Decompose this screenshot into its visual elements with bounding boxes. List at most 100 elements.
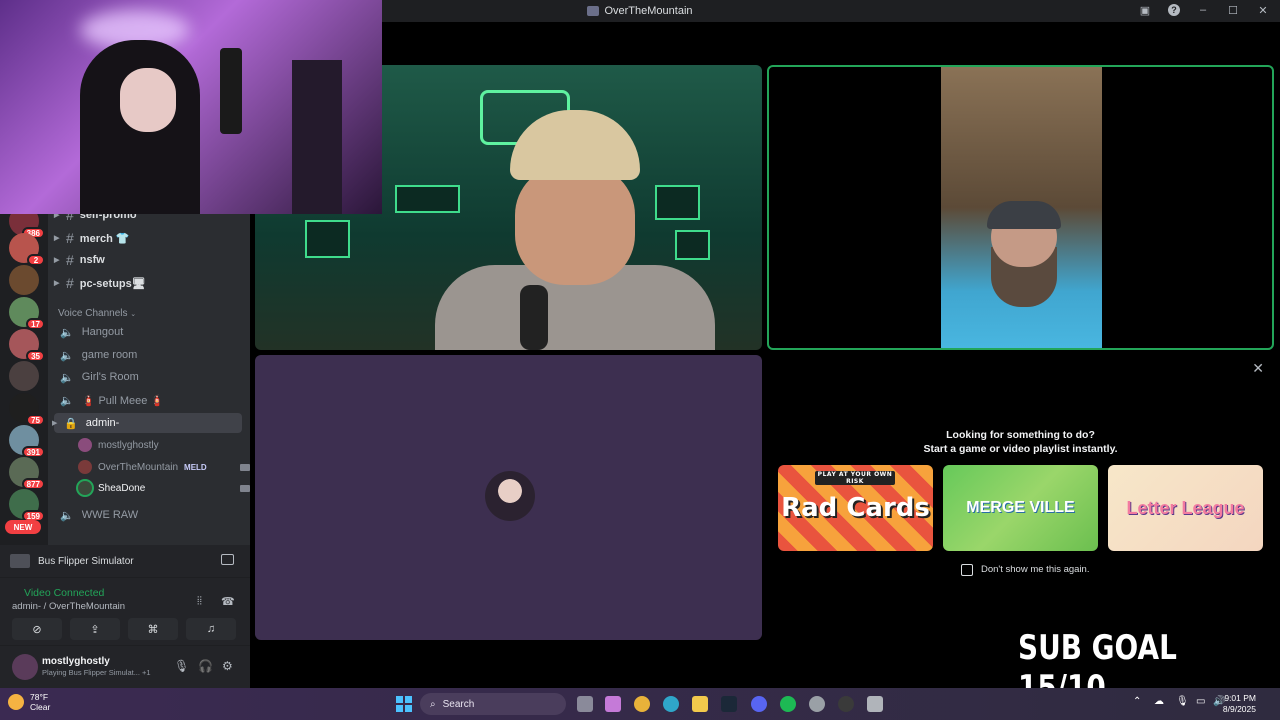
voice-user[interactable]: SheaDone [78,479,250,497]
user-avatar [485,471,535,521]
speaker-icon: 🔈 [60,509,74,522]
start-button[interactable] [396,696,412,712]
voice-channel-girls-room[interactable]: 🔈 Girl's Room [54,367,242,387]
screen-share-icon: ⇪ [90,623,100,636]
server-icon[interactable]: 35 [9,329,45,362]
voice-user[interactable]: mostlyghostly [78,436,159,454]
voice-channel-wwe-raw[interactable]: 🔈 WWE RAW [54,505,242,525]
channel-nsfw[interactable]: ▶ # nsfw [54,250,242,270]
activities-button[interactable]: ⌘ [128,618,178,640]
soundboard-button[interactable]: ♫ [186,618,236,640]
minimize-icon[interactable]: – [1196,3,1210,17]
microphone [520,285,548,350]
card-title: Letter League [1126,497,1245,518]
avatar [78,438,92,452]
call-stage: ✕ Looking for something to do? Start a g… [250,22,1280,708]
close-icon[interactable]: ✕ [1256,3,1270,17]
steam-icon[interactable] [721,696,737,712]
channel-pc-setups[interactable]: ▶ # pc-setups🖥 [54,273,242,293]
chevron-up-icon[interactable]: ⌃ [1133,696,1141,707]
server-icon[interactable]: 391 [9,425,45,458]
headphones-icon[interactable]: 🎧 [198,659,213,673]
speaker-icon: 🔈 [60,349,74,362]
server-icon[interactable]: 2 [9,233,45,266]
camera-icon [240,484,250,492]
video-tile-speaking[interactable] [767,65,1274,350]
channel-label: pc-setups🖥 [79,277,146,290]
display-icon[interactable]: ▭ [1196,696,1205,707]
toggle-camera-button[interactable]: ⊘ [12,618,62,640]
channel-merch[interactable]: ▶ # merch 👕 [54,228,242,248]
server-icon[interactable]: 159 [9,489,45,522]
task-view-icon[interactable] [577,696,593,712]
speaker-icon: 🔈 [60,371,74,384]
channel-list: ▶ # self-promo ▶ # merch 👕 ▶ # nsfw ▶ # pc-setup… [48,210,250,545]
soundboard-icon: ♫ [206,623,216,635]
screen-share-icon[interactable] [221,554,234,565]
window-title-group: OverTheMountain [587,5,693,17]
maximize-icon[interactable]: ☐ [1226,3,1240,17]
camera-icon [240,463,250,471]
dont-show-checkbox[interactable] [961,564,973,576]
copilot-icon[interactable] [605,696,621,712]
noise-suppression-icon[interactable]: ⦙⦙ [197,595,202,608]
activity-card-rad-cards[interactable]: PLAY AT YOUR OWN RISK Rad Cards [778,465,933,551]
server-icon [587,6,600,16]
discord-icon[interactable] [751,696,767,712]
inbox-icon[interactable]: ▣ [1138,3,1152,17]
voice-category-header[interactable]: Voice Channels ⌄ [58,308,136,319]
server-icon[interactable]: 75 [9,393,45,426]
voice-channel-game-room[interactable]: 🔈 game room [54,345,242,365]
edge-icon[interactable] [663,696,679,712]
activity-card-merge-ville[interactable]: MERGE VILLE [943,465,1098,551]
settings-icon[interactable] [809,696,825,712]
voice-channel-path[interactable]: admin- / OverTheMountain [12,601,125,612]
voice-channel-admin[interactable]: ▶ 🔒 admin- [52,413,242,433]
server-icon[interactable] [9,361,39,391]
microphone-icon[interactable]: 🎙 [174,659,189,673]
voice-user-name: SheaDone [98,482,146,494]
voice-status[interactable]: Video Connected [24,587,104,599]
channel-label: Girl's Room [81,371,139,383]
microphone-icon[interactable]: 🎙 [1176,696,1189,707]
activity-suggestions: ✕ Looking for something to do? Start a g… [767,355,1274,640]
spotify-icon[interactable] [780,696,796,712]
voice-user[interactable]: OverTheMountain MELD [78,458,250,476]
tray-app-icon[interactable]: ☁ [1154,696,1164,707]
app-icon[interactable] [867,696,883,712]
speaker-icon: 🔈 [60,394,74,407]
weather-widget[interactable]: 78°F Clear [8,692,50,712]
hash-icon: # [66,275,74,291]
new-badge: NEW [5,520,41,534]
disconnect-icon[interactable]: ☎ [221,595,235,608]
channel-label: 🧯 Pull Meee 🧯 [81,394,165,407]
voice-channel-hangout[interactable]: 🔈 Hangout [54,322,242,342]
discord-window: OverTheMountain ▣ ? – ☐ ✕ ✕ Looking for … [0,0,1280,720]
avatar [78,460,92,474]
obs-icon[interactable] [838,696,854,712]
hash-icon: # [66,230,74,246]
activity-card-letter-league[interactable]: Letter League [1108,465,1263,551]
share-screen-button[interactable]: ⇪ [70,618,120,640]
clock[interactable]: 9:01 PM 8/9/2025 [1223,693,1256,715]
user-status: Playing Bus Flipper Simulat... +1 [42,668,151,677]
gear-icon[interactable]: ⚙ [222,659,233,673]
chrome-icon[interactable] [634,696,650,712]
video-tile-avatar[interactable] [255,355,762,640]
person-face [120,68,176,132]
server-icon[interactable]: 877 [9,457,45,490]
crt-monitor [395,185,460,213]
caret-icon: ▶ [54,235,60,242]
card-title: MERGE VILLE [966,499,1075,516]
help-icon[interactable]: ? [1168,4,1180,16]
username[interactable]: mostlyghostly [42,656,110,667]
avatar[interactable] [12,654,38,680]
file-explorer-icon[interactable] [692,696,708,712]
server-icon[interactable]: 17 [9,297,45,330]
server-icon[interactable] [9,265,39,295]
voice-channel-pull-meee[interactable]: 🔈 🧯 Pull Meee 🧯 [54,390,242,410]
taskbar-search[interactable]: ⌕ Search [420,693,566,715]
caret-icon: ▶ [54,280,60,287]
close-icon[interactable]: ✕ [1252,360,1264,377]
window-title: OverTheMountain [604,5,693,17]
